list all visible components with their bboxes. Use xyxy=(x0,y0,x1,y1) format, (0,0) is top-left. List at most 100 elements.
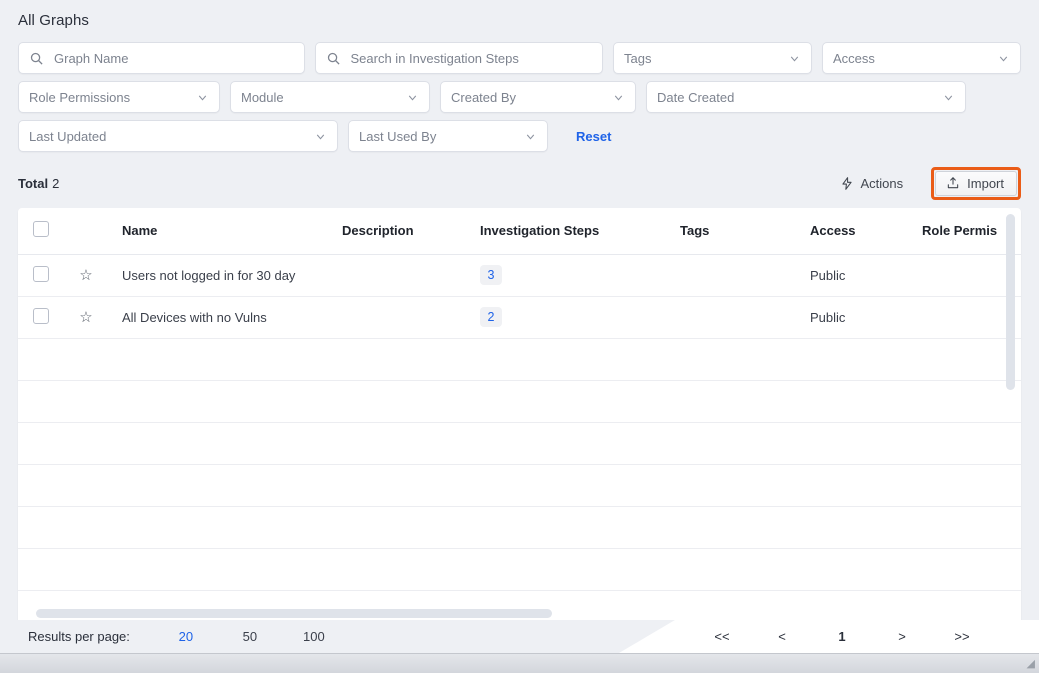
table-empty-cell xyxy=(318,422,466,465)
table-empty-cell xyxy=(908,380,1021,423)
table-empty-cell xyxy=(318,464,466,507)
tags-select[interactable]: Tags xyxy=(613,42,812,74)
pagination-last-button[interactable]: >> xyxy=(932,629,992,644)
created-by-select[interactable]: Created By xyxy=(440,81,636,113)
row-favorite-cell: ☆ xyxy=(64,254,108,297)
column-header-description[interactable]: Description xyxy=(318,208,466,255)
graph-name-search-input[interactable]: Graph Name xyxy=(18,42,305,74)
reset-filters-link[interactable]: Reset xyxy=(576,129,611,144)
table-empty-row xyxy=(18,548,1021,591)
select-all-checkbox[interactable] xyxy=(33,221,49,238)
filter-row-3: Last Updated Last Used By Reset xyxy=(0,120,1039,152)
table-empty-cell xyxy=(64,422,108,465)
window-resize-grip[interactable]: ◢ xyxy=(1023,658,1035,670)
table-row[interactable]: ☆ All Devices with no Vulns 2 Public xyxy=(18,296,1021,339)
investigation-steps-placeholder: Search in Investigation Steps xyxy=(350,50,519,66)
table-horizontal-scrollbar-thumb[interactable] xyxy=(36,609,552,618)
search-icon xyxy=(29,51,44,66)
actions-label: Actions xyxy=(860,175,904,191)
favorite-header xyxy=(64,208,108,255)
filter-row-2: Role Permissions Module Created By Date … xyxy=(0,81,1039,113)
column-header-role-permissions[interactable]: Role Permis xyxy=(908,208,1021,255)
table-empty-cell xyxy=(466,548,666,591)
access-select-value: Access xyxy=(833,50,875,66)
table-row[interactable]: ☆ Users not logged in for 30 day 3 Publi… xyxy=(18,254,1021,297)
table-empty-cell xyxy=(466,422,666,465)
table-empty-cell xyxy=(786,506,908,549)
access-select[interactable]: Access xyxy=(822,42,1021,74)
row-favorite-cell: ☆ xyxy=(64,296,108,339)
column-header-investigation-steps[interactable]: Investigation Steps xyxy=(466,208,666,255)
table-empty-cell xyxy=(318,548,466,591)
row-tags-cell xyxy=(666,254,786,297)
filter-bar: Graph Name Search in Investigation Steps… xyxy=(0,42,1039,159)
table-empty-cell xyxy=(108,548,318,591)
total-count: 2 xyxy=(52,175,60,191)
table-header: Name Description Investigation Steps Tag… xyxy=(18,208,1021,255)
row-select-cell xyxy=(18,254,64,297)
table-empty-cell xyxy=(64,380,108,423)
pagination-first-button[interactable]: << xyxy=(692,629,752,644)
created-by-select-value: Created By xyxy=(451,89,517,105)
actions-button[interactable]: Actions xyxy=(834,172,910,195)
table-empty-cell xyxy=(786,380,908,423)
star-icon[interactable]: ☆ xyxy=(79,267,92,284)
pagination-next-button[interactable]: > xyxy=(872,629,932,644)
table-empty-cell xyxy=(908,464,1021,507)
investigation-steps-badge[interactable]: 2 xyxy=(480,307,502,327)
table-empty-cell xyxy=(786,338,908,381)
table-empty-cell xyxy=(908,590,1021,620)
column-header-tags[interactable]: Tags xyxy=(666,208,786,255)
table-empty-cell xyxy=(466,380,666,423)
star-icon[interactable]: ☆ xyxy=(79,309,92,326)
last-updated-select[interactable]: Last Updated xyxy=(18,120,338,152)
page-size-option-50[interactable]: 50 xyxy=(218,629,282,644)
role-permissions-select-value: Role Permissions xyxy=(29,89,131,105)
page-size-option-100[interactable]: 100 xyxy=(282,629,346,644)
module-select-value: Module xyxy=(241,89,284,105)
page-title: All Graphs xyxy=(18,12,90,29)
table-empty-cell xyxy=(18,338,64,381)
table-toolbar: Total 2 Actions Import xyxy=(0,166,1039,200)
row-description-cell xyxy=(318,296,466,339)
page-size-option-20[interactable]: 20 xyxy=(154,629,218,644)
upload-icon xyxy=(946,176,960,190)
row-checkbox[interactable] xyxy=(33,265,49,282)
table-empty-cell xyxy=(666,548,786,591)
table-vertical-scrollbar-thumb[interactable] xyxy=(1006,214,1015,390)
module-select[interactable]: Module xyxy=(230,81,430,113)
table-empty-cell xyxy=(18,548,64,591)
chevron-down-icon xyxy=(788,52,801,65)
window-chrome-bottom: ◢ xyxy=(0,653,1039,673)
table-empty-cell xyxy=(318,338,466,381)
select-all-header xyxy=(18,208,64,255)
table-empty-row xyxy=(18,338,1021,381)
row-checkbox[interactable] xyxy=(33,307,49,324)
results-per-page-label: Results per page: xyxy=(28,629,130,644)
date-created-select[interactable]: Date Created xyxy=(646,81,966,113)
toolbar-right-group: Actions Import xyxy=(834,166,1021,200)
table-footer: Results per page: 20 50 100 << < 1 > >> xyxy=(0,620,1039,653)
column-header-access[interactable]: Access xyxy=(786,208,908,255)
table-empty-cell xyxy=(64,464,108,507)
column-header-name[interactable]: Name xyxy=(108,208,318,255)
table-empty-cell xyxy=(64,548,108,591)
pagination-prev-button[interactable]: < xyxy=(752,629,812,644)
table-empty-cell xyxy=(18,380,64,423)
import-button[interactable]: Import xyxy=(935,170,1017,196)
role-permissions-select[interactable]: Role Permissions xyxy=(18,81,220,113)
table-body: ☆ Users not logged in for 30 day 3 Publi… xyxy=(18,254,1021,620)
last-used-by-select[interactable]: Last Used By xyxy=(348,120,548,152)
chevron-down-icon xyxy=(524,130,537,143)
pagination-current-page[interactable]: 1 xyxy=(812,629,872,644)
table-header-row: Name Description Investigation Steps Tag… xyxy=(18,208,1021,255)
table-empty-cell xyxy=(666,422,786,465)
investigation-steps-badge[interactable]: 3 xyxy=(480,265,502,285)
table-empty-cell xyxy=(108,422,318,465)
chevron-down-icon xyxy=(314,130,327,143)
table-empty-cell xyxy=(666,338,786,381)
table-empty-cell xyxy=(18,422,64,465)
table-vertical-scrollbar-track[interactable] xyxy=(1006,210,1018,618)
investigation-steps-search-input[interactable]: Search in Investigation Steps xyxy=(314,42,603,74)
table-empty-cell xyxy=(466,338,666,381)
